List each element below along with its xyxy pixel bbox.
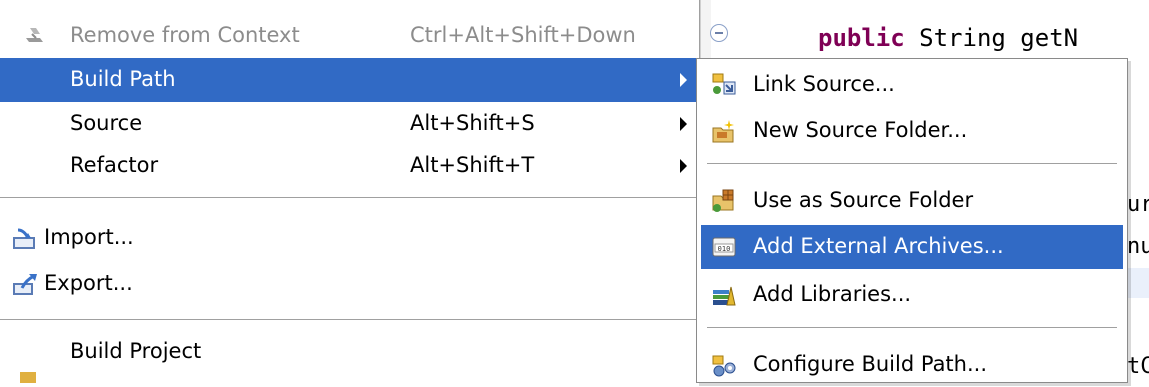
export-icon: [12, 272, 38, 296]
menu-item-build-path[interactable]: Build Path: [0, 58, 698, 102]
code-line: public String getN: [818, 24, 1078, 52]
code-fragment: tC: [1127, 354, 1149, 379]
menu-item-label: Remove from Context: [70, 23, 300, 47]
menu-item-label: Export...: [44, 271, 133, 295]
menu-item-refactor[interactable]: Refactor Alt+Shift+T: [0, 144, 698, 188]
submenu-item-label: New Source Folder...: [753, 118, 968, 142]
submenu-item-label: Link Source...: [753, 72, 895, 96]
menu-item-shortcut: Alt+Shift+T: [410, 153, 535, 177]
menu-item-label: Build Project: [70, 339, 202, 363]
menu-item-import[interactable]: Import...: [0, 216, 698, 260]
submenu-arrow-icon: [680, 73, 687, 87]
jar-archive-icon: 010: [711, 234, 737, 258]
configure-build-path-icon: [711, 352, 737, 377]
menu-item-shortcut: Alt+Shift+S: [410, 111, 535, 135]
submenu-item-label: Add External Archives...: [753, 234, 1004, 258]
code-fragment: nu: [1127, 234, 1149, 259]
collapse-fold-icon[interactable]: [710, 24, 728, 42]
code-line-highlight: [1125, 268, 1149, 298]
svg-text:010: 010: [718, 245, 731, 253]
menu-separator: [0, 197, 698, 199]
submenu-item-use-as-source-folder[interactable]: Use as Source Folder: [701, 179, 1123, 223]
submenu-item-add-external-archives[interactable]: 010 Add External Archives...: [701, 225, 1123, 269]
partial-menu-icon: [20, 372, 36, 383]
libraries-icon: [711, 282, 737, 306]
submenu-arrow-icon: [680, 159, 687, 173]
code-keyword: public: [818, 24, 905, 52]
use-as-source-folder-icon: [711, 188, 737, 212]
submenu-item-label: Use as Source Folder: [753, 188, 974, 212]
context-menu: Remove from Context Ctrl+Alt+Shift+Down …: [0, 0, 700, 383]
code-text: String getN: [904, 24, 1079, 52]
menu-item-label: Source: [70, 111, 143, 135]
menu-item-shortcut: Ctrl+Alt+Shift+Down: [410, 23, 636, 47]
submenu-item-add-libraries[interactable]: Add Libraries...: [701, 273, 1123, 317]
link-source-icon: [711, 72, 737, 96]
menu-separator: [0, 319, 698, 321]
code-fragment: ur: [1127, 192, 1149, 217]
submenu-item-link-source[interactable]: Link Source...: [701, 63, 1123, 107]
submenu-item-new-source-folder[interactable]: New Source Folder...: [701, 109, 1123, 153]
submenu-arrow-icon: [680, 117, 687, 131]
remove-context-icon: [22, 24, 48, 48]
menu-item-label: Build Path: [70, 67, 176, 91]
import-icon: [12, 226, 38, 250]
menu-item-remove-from-context[interactable]: Remove from Context Ctrl+Alt+Shift+Down: [0, 14, 698, 58]
menu-item-label: Refactor: [70, 153, 159, 177]
submenu-separator: [707, 163, 1117, 165]
submenu-separator: [707, 327, 1117, 329]
menu-item-export[interactable]: Export...: [0, 262, 698, 306]
build-path-submenu: Link Source... New Source Folder... Use …: [696, 58, 1128, 383]
submenu-item-label: Configure Build Path...: [753, 352, 988, 376]
menu-item-build-project[interactable]: Build Project: [0, 330, 698, 374]
submenu-item-label: Add Libraries...: [753, 282, 912, 306]
menu-item-label: Import...: [44, 225, 134, 249]
menu-item-source[interactable]: Source Alt+Shift+S: [0, 102, 698, 146]
new-source-folder-icon: [711, 118, 737, 143]
submenu-item-configure-build-path[interactable]: Configure Build Path...: [701, 343, 1123, 387]
